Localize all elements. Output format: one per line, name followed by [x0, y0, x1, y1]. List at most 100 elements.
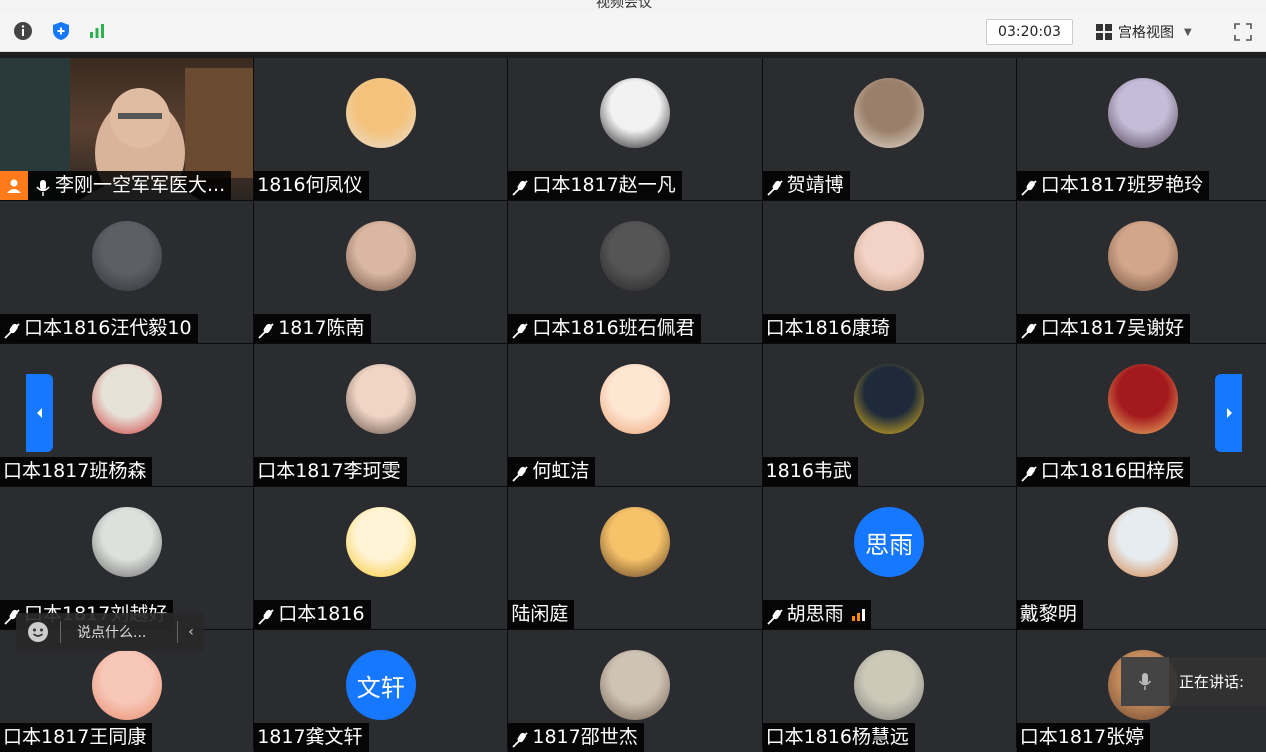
participant-avatar	[345, 364, 416, 434]
participant-name-label: 1816韦武	[762, 457, 858, 486]
mic-muted-icon	[1020, 177, 1038, 196]
mic-muted-icon	[257, 320, 275, 339]
participant-name-label: 陆闲庭	[508, 600, 575, 629]
window-title: 视频会议	[596, 0, 652, 11]
participant-name: 口本1817班罗艳玲	[1040, 174, 1204, 196]
participant-tile[interactable]: 贺靖博	[762, 58, 1016, 200]
speaking-indicator: 正在讲话:	[1121, 657, 1266, 706]
participant-name-label: 口本1816康琦	[762, 314, 896, 343]
meeting-toolbar: 03:20:03 宫格视图 ▼	[0, 11, 1266, 52]
participant-tile[interactable]: 何虹洁	[508, 344, 762, 486]
mic-muted-icon	[511, 320, 529, 339]
participant-name-label: 口本1816田梓辰	[1016, 457, 1191, 486]
participant-tile[interactable]: 1817邵世杰	[508, 630, 762, 752]
collapse-chevron-icon[interactable]: ‹	[178, 624, 204, 640]
participant-name-label: 1816何凤仪	[254, 171, 369, 200]
participant-name-label: 何虹洁	[508, 457, 596, 486]
participant-name-label: 口本1816	[254, 600, 371, 629]
participant-tile[interactable]: 口本1817李珂雯	[254, 344, 508, 486]
participant-tile[interactable]: 李刚一空军军医大...	[0, 58, 254, 200]
participant-avatar	[599, 364, 670, 434]
participant-tile[interactable]: 口本1817班罗艳玲	[1016, 58, 1266, 200]
speaking-label: 正在讲话:	[1179, 673, 1245, 691]
participant-name: 口本1817李珂雯	[257, 460, 401, 482]
host-badge-icon	[0, 171, 28, 200]
participant-tile[interactable]: 口本1817吴谢好	[1016, 201, 1266, 343]
participant-tile[interactable]: 口本1816班石佩君	[508, 201, 762, 343]
participant-tile[interactable]: 口本1816杨慧远	[762, 630, 1016, 752]
network-signal-icon[interactable]	[86, 20, 108, 42]
participant-name: 口本1816汪代毅10	[24, 317, 192, 339]
participant-tile[interactable]: 口本1817刘越好	[0, 487, 254, 629]
participant-name-label: 口本1817李珂雯	[254, 457, 407, 486]
participant-avatar	[854, 364, 925, 434]
view-mode-label: 宫格视图	[1118, 25, 1174, 41]
participant-avatar	[599, 78, 670, 148]
participant-tile[interactable]: 思雨胡思雨	[762, 487, 1016, 629]
participant-name: 口本1817吴谢好	[1040, 317, 1185, 339]
mic-muted-icon	[766, 606, 784, 625]
participant-avatar	[599, 650, 670, 720]
participant-tile[interactable]: 1816韦武	[762, 344, 1016, 486]
mic-muted-icon	[1020, 320, 1038, 339]
participant-name: 口本1816	[278, 603, 365, 625]
grid-view-icon	[1096, 24, 1112, 40]
participant-avatar	[854, 78, 925, 148]
participant-name: 口本1816康琦	[765, 317, 890, 339]
chat-placeholder[interactable]: 说点什么...	[61, 622, 177, 642]
participant-name-label: 口本1816班石佩君	[508, 314, 701, 343]
mic-muted-icon	[511, 729, 529, 748]
prev-page-button[interactable]	[26, 374, 53, 452]
participant-name: 1817陈南	[278, 317, 365, 339]
participant-avatar	[1108, 364, 1179, 434]
mic-muted-icon	[766, 177, 784, 196]
window-titlebar: 视频会议	[0, 0, 1266, 11]
participant-name: 胡思雨	[786, 603, 844, 625]
participant-tile[interactable]: 1816何凤仪	[254, 58, 508, 200]
participant-avatar	[1108, 507, 1179, 577]
participant-name-label: 贺靖博	[762, 171, 850, 200]
chat-input-bar[interactable]: 说点什么... ‹	[16, 613, 204, 651]
security-shield-icon[interactable]	[50, 20, 72, 42]
participant-tile[interactable]: 口本1817赵一凡	[508, 58, 762, 200]
audio-level-icon	[851, 608, 865, 621]
participant-avatar	[345, 78, 416, 148]
participant-name: 何虹洁	[532, 460, 590, 482]
participant-tile[interactable]: 口本1816	[254, 487, 508, 629]
participant-name: 1816何凤仪	[257, 174, 363, 196]
participant-tile[interactable]: 1817陈南	[254, 201, 508, 343]
participant-avatar: 思雨	[854, 507, 925, 577]
participant-avatar	[91, 221, 162, 291]
participant-tile[interactable]: 口本1816汪代毅10	[0, 201, 254, 343]
grid-view-dropdown[interactable]: 宫格视图 ▼	[1086, 19, 1216, 45]
participant-tile[interactable]: 文轩 1817龚文轩	[254, 630, 508, 752]
participant-tile[interactable]: 陆闲庭	[508, 487, 762, 629]
participant-avatar	[345, 507, 416, 577]
participant-name: 戴黎明	[1019, 603, 1077, 625]
participant-name: 1816韦武	[765, 460, 852, 482]
participant-name-label: 口本1817班罗艳玲	[1016, 171, 1210, 200]
microphone-icon	[1121, 657, 1169, 706]
mic-muted-icon	[3, 320, 21, 339]
fullscreen-icon[interactable]	[1232, 21, 1254, 43]
participant-name: 李刚一空军军医大...	[55, 174, 226, 196]
participant-name-label: 胡思雨	[762, 600, 871, 629]
participant-tile[interactable]: 戴黎明	[1016, 487, 1266, 629]
participant-avatar	[854, 650, 925, 720]
participant-name-label: 1817陈南	[254, 314, 371, 343]
participant-avatar: 文轩	[345, 650, 416, 720]
participant-avatar	[345, 221, 416, 291]
next-page-button[interactable]	[1215, 374, 1242, 452]
participant-name-label: 口本1816汪代毅10	[0, 314, 198, 343]
participant-name: 贺靖博	[786, 174, 844, 196]
microphone-icon	[34, 177, 52, 196]
participant-name-label: 李刚一空军军医大...	[0, 171, 232, 200]
emoji-icon[interactable]	[16, 621, 60, 643]
participant-avatar	[91, 650, 162, 720]
participant-name: 口本1817赵一凡	[532, 174, 676, 196]
participant-tile[interactable]: 口本1816康琦	[762, 201, 1016, 343]
info-icon[interactable]	[12, 20, 34, 42]
mic-muted-icon	[511, 177, 529, 196]
participant-name: 口本1817班杨森	[3, 460, 147, 482]
participant-avatar	[854, 221, 925, 291]
